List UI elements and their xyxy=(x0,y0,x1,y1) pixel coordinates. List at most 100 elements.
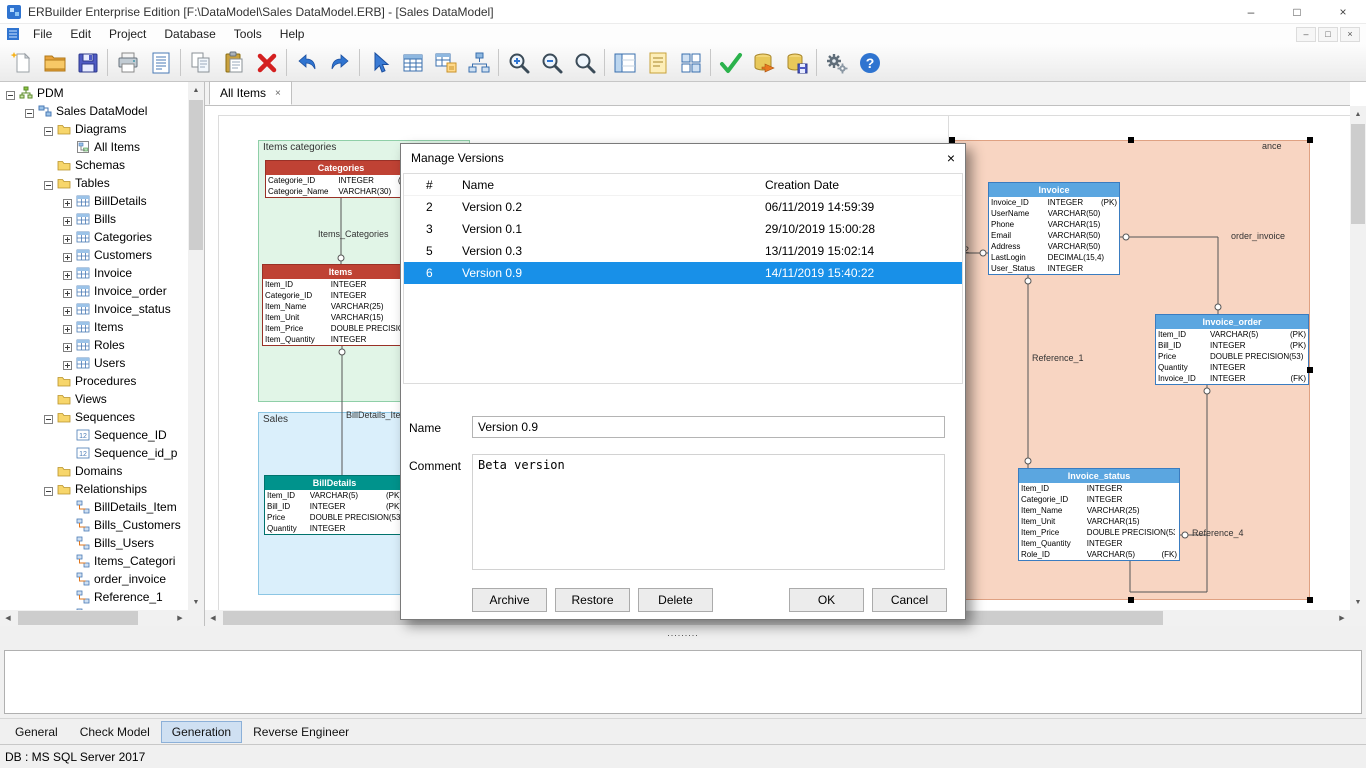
scroll-left-icon[interactable]: ◀ xyxy=(0,610,16,626)
selection-handle[interactable] xyxy=(1128,597,1134,603)
tree-item-invoice-order[interactable]: Invoice_order xyxy=(0,282,189,300)
tree-vertical-scrollbar[interactable]: ▲ ▼ xyxy=(188,82,204,610)
scroll-right-icon[interactable]: ▶ xyxy=(172,610,188,626)
minus-expander-icon[interactable] xyxy=(6,89,15,98)
tree-item-tables[interactable]: Tables xyxy=(0,174,189,192)
tab-generation[interactable]: Generation xyxy=(161,721,242,743)
ok-button[interactable]: OK xyxy=(789,588,864,612)
tree-item-billdetails-item[interactable]: BillDetails_Item xyxy=(0,498,189,516)
mdi-minimize-icon[interactable]: – xyxy=(1296,27,1316,42)
plus-expander-icon[interactable] xyxy=(63,359,72,368)
tree-item-sequences[interactable]: Sequences xyxy=(0,408,189,426)
minus-expander-icon[interactable] xyxy=(44,125,53,134)
tree-item-items[interactable]: Items xyxy=(0,318,189,336)
menu-database[interactable]: Database xyxy=(155,24,224,44)
menu-file[interactable]: File xyxy=(24,24,61,44)
scrollbar-thumb[interactable] xyxy=(1351,124,1365,224)
tree-item-users[interactable]: Users xyxy=(0,354,189,372)
menu-tools[interactable]: Tools xyxy=(225,24,271,44)
menu-edit[interactable]: Edit xyxy=(61,24,100,44)
plus-expander-icon[interactable] xyxy=(63,287,72,296)
minus-expander-icon[interactable] xyxy=(44,413,53,422)
version-row-version-0-3[interactable]: 5Version 0.313/11/2019 15:02:14 xyxy=(404,240,962,262)
paste-icon[interactable] xyxy=(217,46,250,79)
scroll-up-icon[interactable]: ▲ xyxy=(1350,106,1366,122)
open-folder-icon[interactable] xyxy=(38,46,71,79)
settings-icon[interactable] xyxy=(820,46,853,79)
plus-expander-icon[interactable] xyxy=(63,341,72,350)
save-icon[interactable] xyxy=(71,46,104,79)
tree-item-billdetails[interactable]: BillDetails xyxy=(0,192,189,210)
diagram-vertical-scrollbar[interactable]: ▲ ▼ xyxy=(1350,106,1366,610)
tree-item-invoice[interactable]: Invoice xyxy=(0,264,189,282)
plus-expander-icon[interactable] xyxy=(63,233,72,242)
restore-button[interactable]: Restore xyxy=(555,588,630,612)
splitter-handle[interactable]: ......... xyxy=(0,626,1366,644)
scroll-down-icon[interactable]: ▼ xyxy=(1350,594,1366,610)
grid-icon[interactable] xyxy=(674,46,707,79)
print-list-icon[interactable] xyxy=(144,46,177,79)
minus-expander-icon[interactable] xyxy=(25,107,34,116)
tree-item-sales-datamodel[interactable]: Sales DataModel xyxy=(0,102,189,120)
minus-expander-icon[interactable] xyxy=(44,485,53,494)
tree-item-invoice-status[interactable]: Invoice_status xyxy=(0,300,189,318)
plus-expander-icon[interactable] xyxy=(63,323,72,332)
comment-textarea[interactable]: Beta version xyxy=(472,454,945,570)
zoom-in-icon[interactable] xyxy=(502,46,535,79)
dialog-title-bar[interactable]: Manage Versions × xyxy=(401,144,965,172)
menu-help[interactable]: Help xyxy=(271,24,314,44)
tree-item-order-invoice[interactable]: order_invoice xyxy=(0,570,189,588)
entity-billdetails[interactable]: BillDetailsItem_IDVARCHAR(5)(PK)Bill_IDI… xyxy=(264,475,405,535)
selection-handle[interactable] xyxy=(1307,137,1313,143)
zoom-out-icon[interactable] xyxy=(535,46,568,79)
help-icon[interactable]: ? xyxy=(853,46,886,79)
tree-item-customers[interactable]: Customers xyxy=(0,246,189,264)
scrollbar-thumb[interactable] xyxy=(18,611,138,625)
tree-item-domains[interactable]: Domains xyxy=(0,462,189,480)
scrollbar-thumb[interactable] xyxy=(189,100,203,250)
db-export-icon[interactable] xyxy=(780,46,813,79)
pointer-icon[interactable] xyxy=(363,46,396,79)
new-file-icon[interactable] xyxy=(5,46,38,79)
tree-item-views[interactable]: Views xyxy=(0,390,189,408)
tab-reverse-engineer[interactable]: Reverse Engineer xyxy=(242,721,360,743)
version-row-version-0-1[interactable]: 3Version 0.129/10/2019 15:00:28 xyxy=(404,218,962,240)
tree-item-categories[interactable]: Categories xyxy=(0,228,189,246)
tree-item-pdm[interactable]: PDM xyxy=(0,84,189,102)
name-input[interactable] xyxy=(472,416,945,438)
entity-invoice-status[interactable]: Invoice_statusItem_IDINTEGERCategorie_ID… xyxy=(1018,468,1180,561)
scroll-down-icon[interactable]: ▼ xyxy=(188,594,204,610)
entity-invoice[interactable]: InvoiceInvoice_IDINTEGER(PK)UserNameVARC… xyxy=(988,182,1120,275)
tree-item-sequence-id[interactable]: 12Sequence_ID xyxy=(0,426,189,444)
undo-icon[interactable] xyxy=(290,46,323,79)
tree-item-bills-customers[interactable]: Bills_Customers xyxy=(0,516,189,534)
selection-handle[interactable] xyxy=(1307,597,1313,603)
tree-item-procedures[interactable]: Procedures xyxy=(0,372,189,390)
entity-invoice-order[interactable]: Invoice_orderItem_IDVARCHAR(5)(PK)Bill_I… xyxy=(1155,314,1309,385)
cancel-button[interactable]: Cancel xyxy=(872,588,947,612)
db-forward-icon[interactable] xyxy=(747,46,780,79)
tree-item-items-categori[interactable]: Items_Categori xyxy=(0,552,189,570)
dialog-close-icon[interactable]: × xyxy=(935,150,955,166)
entity-categories[interactable]: CategoriesCategorie_IDINTEGER(PK)Categor… xyxy=(265,160,417,198)
zoom-icon[interactable] xyxy=(568,46,601,79)
menu-project[interactable]: Project xyxy=(100,24,155,44)
tree-item-sequence-id-p[interactable]: 12Sequence_id_p xyxy=(0,444,189,462)
tree-item-relationships[interactable]: Relationships xyxy=(0,480,189,498)
plus-expander-icon[interactable] xyxy=(63,197,72,206)
tree-item-diagrams[interactable]: Diagrams xyxy=(0,120,189,138)
print-icon[interactable] xyxy=(111,46,144,79)
delete-icon[interactable] xyxy=(250,46,283,79)
selection-handle[interactable] xyxy=(1128,137,1134,143)
column-header-item[interactable]: # xyxy=(404,174,462,195)
archive-button[interactable]: Archive xyxy=(472,588,547,612)
tab-general[interactable]: General xyxy=(4,721,69,743)
tree-item-roles[interactable]: Roles xyxy=(0,336,189,354)
tree-item-all-items[interactable]: All Items xyxy=(0,138,189,156)
scroll-up-icon[interactable]: ▲ xyxy=(188,82,204,98)
table-designer-icon[interactable] xyxy=(429,46,462,79)
copy-icon[interactable] xyxy=(184,46,217,79)
tab-check-model[interactable]: Check Model xyxy=(69,721,161,743)
redo-icon[interactable] xyxy=(323,46,356,79)
tree-horizontal-scrollbar[interactable]: ◀ ▶ xyxy=(0,610,188,626)
